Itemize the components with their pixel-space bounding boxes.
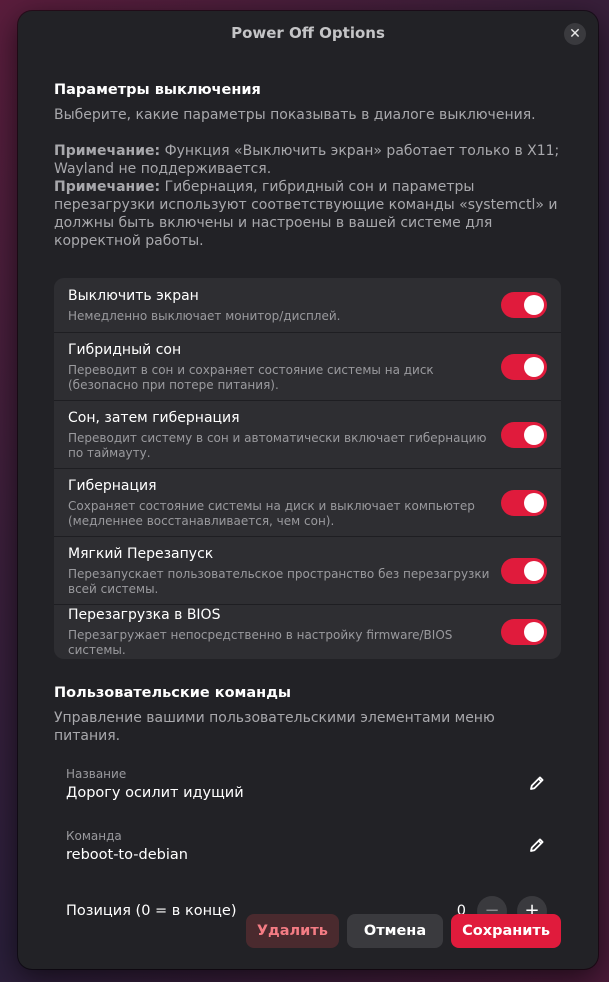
option-title: Выключить экран <box>68 287 199 304</box>
option-row-reboot-to-bios[interactable]: Перезагрузка в BIOS Перезагружает непоср… <box>54 605 561 659</box>
toggle-reboot-to-bios[interactable] <box>501 619 547 645</box>
toggle-knob <box>524 492 544 513</box>
toggle-knob <box>524 622 544 642</box>
command-value[interactable]: reboot-to-debian <box>66 846 561 865</box>
option-row-hibernate[interactable]: Гибернация Сохраняет состояние системы н… <box>54 469 561 537</box>
note2-label: Примечание: <box>54 179 161 195</box>
power-off-options-dialog: Power Off Options ✕ Параметры выключения… <box>18 11 598 969</box>
pencil-icon[interactable] <box>527 773 547 793</box>
option-row-hybrid-sleep[interactable]: Гибридный сон Переводит в сон и сохраняе… <box>54 333 561 401</box>
window-title: Power Off Options <box>231 24 385 42</box>
notes: Примечание: Функция «Выключить экран» ра… <box>54 142 561 250</box>
toggle-knob <box>524 424 544 445</box>
delete-button[interactable]: Удалить <box>245 914 339 948</box>
pencil-icon[interactable] <box>527 835 547 855</box>
option-subtitle: Переводит в сон и сохраняет состояние си… <box>68 362 434 392</box>
option-subtitle: Немедленно выключает монитор/дисплей. <box>68 308 341 323</box>
option-subtitle: Перезапускает пользовательское пространс… <box>68 566 490 596</box>
custom-commands-section: Пользовательские команды Управление ваши… <box>54 683 561 929</box>
name-label: Название <box>66 767 127 781</box>
option-subtitle: Сохраняет состояние системы на диск и вы… <box>68 498 475 528</box>
option-subtitle: Переводит систему в сон и автоматически … <box>68 430 487 460</box>
toggle-screen-off[interactable] <box>501 292 547 318</box>
toggle-hibernate[interactable] <box>501 489 547 516</box>
option-subtitle: Перезагружает непосредственно в настройк… <box>68 628 453 657</box>
close-icon: ✕ <box>569 26 581 42</box>
name-field[interactable]: Название Дорогу осилит идущий <box>54 761 561 805</box>
titlebar: Power Off Options <box>18 21 598 45</box>
option-row-soft-reboot[interactable]: Мягкий Перезапуск Перезапускает пользова… <box>54 537 561 605</box>
option-title: Перезагрузка в BIOS <box>68 607 221 623</box>
options-list: Выключить экран Немедленно выключает мон… <box>54 278 561 659</box>
command-field[interactable]: Команда reboot-to-debian <box>54 823 561 867</box>
custom-description: Управление вашими пользовательскими элем… <box>54 710 495 744</box>
toggle-knob <box>524 295 544 315</box>
section-description: Выберите, какие параметры показывать в д… <box>54 107 536 123</box>
option-title: Гибридный сон <box>68 341 182 358</box>
name-value[interactable]: Дорогу осилит идущий <box>66 784 561 803</box>
toggle-knob <box>524 356 544 377</box>
dialog-content: Параметры выключения Выберите, какие пар… <box>54 80 561 929</box>
option-title: Сон, затем гибернация <box>68 409 240 426</box>
option-row-suspend-then-hibernate[interactable]: Сон, затем гибернация Переводит систему … <box>54 401 561 469</box>
option-row-screen-off[interactable]: Выключить экран Немедленно выключает мон… <box>54 278 561 333</box>
close-button[interactable]: ✕ <box>564 23 586 45</box>
note1-label: Примечание: <box>54 143 161 159</box>
save-button[interactable]: Сохранить <box>451 914 561 948</box>
toggle-knob <box>524 560 544 581</box>
dialog-footer: Удалить Отмена Сохранить <box>245 914 561 948</box>
command-label: Команда <box>66 829 122 843</box>
toggle-hybrid-sleep[interactable] <box>501 353 547 380</box>
cancel-button[interactable]: Отмена <box>346 914 444 948</box>
section-title-custom: Пользовательские команды <box>54 685 292 701</box>
position-label: Позиция (0 = в конце) <box>66 903 237 919</box>
toggle-soft-reboot[interactable] <box>501 557 547 584</box>
section-title-options: Параметры выключения <box>54 82 261 98</box>
toggle-suspend-then-hibernate[interactable] <box>501 421 547 448</box>
option-title: Мягкий Перезапуск <box>68 545 214 562</box>
option-title: Гибернация <box>68 477 157 494</box>
